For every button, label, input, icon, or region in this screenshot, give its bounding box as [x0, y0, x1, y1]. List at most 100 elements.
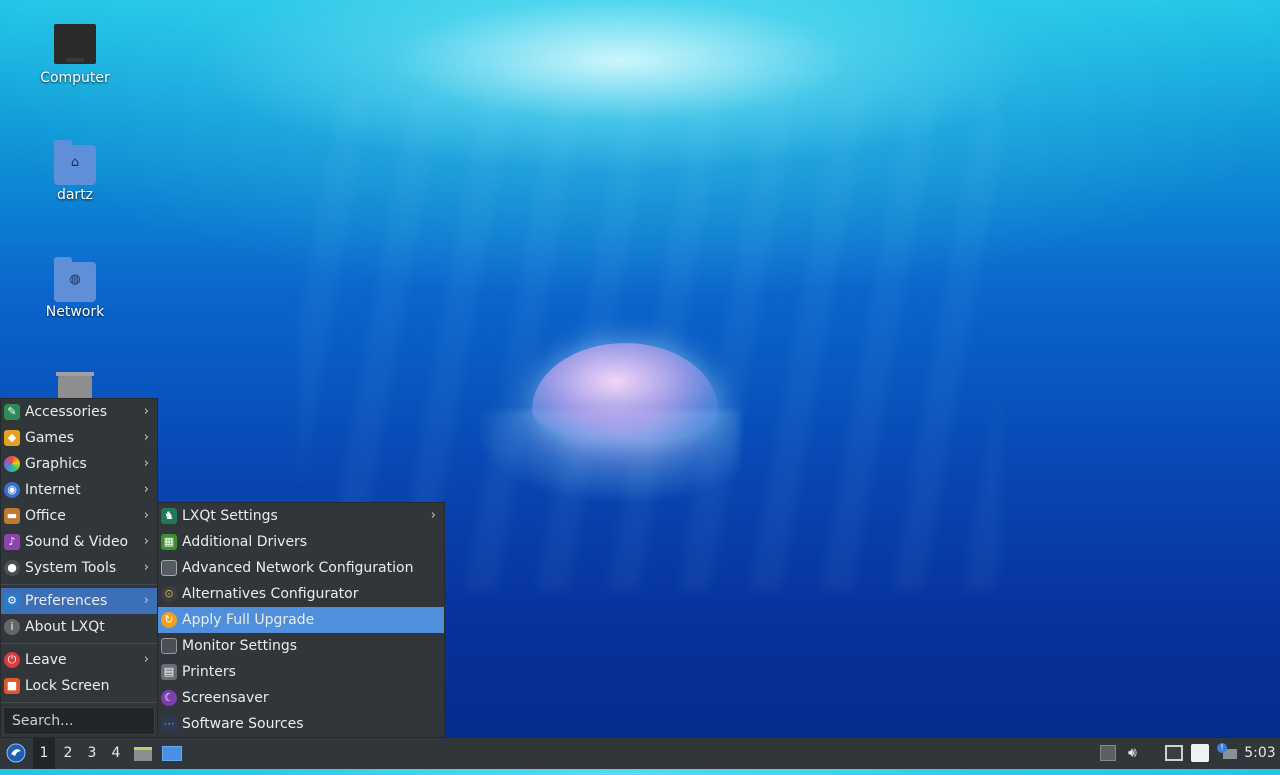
menu-item-label: Additional Drivers [182, 534, 308, 550]
update-notifier-icon[interactable]: ! [1217, 743, 1237, 761]
menu-item-sound-video[interactable]: ♪ Sound & Video › [1, 529, 157, 555]
preferences-submenu: ♞ LXQt Settings › ▦ Additional Drivers A… [157, 502, 445, 738]
submenu-item-monitor-settings[interactable]: Monitor Settings [158, 633, 444, 659]
submenu-item-advanced-network[interactable]: Advanced Network Configuration [158, 555, 444, 581]
submenu-item-lxqt-settings[interactable]: ♞ LXQt Settings › [158, 503, 444, 529]
menu-item-label: Preferences [25, 593, 108, 609]
menu-item-label: Lock Screen [25, 678, 110, 694]
internet-icon: ◉ [4, 482, 20, 498]
graphics-icon [4, 456, 20, 472]
menu-separator [1, 643, 157, 644]
chevron-right-icon: › [143, 508, 149, 523]
submenu-item-additional-drivers[interactable]: ▦ Additional Drivers [158, 529, 444, 555]
search-input[interactable]: Search... [3, 707, 155, 735]
menu-item-label: Printers [182, 664, 236, 680]
preferences-icon: ⚙ [4, 593, 20, 609]
chevron-right-icon: › [143, 482, 149, 497]
file-manager-icon [134, 747, 152, 761]
lock-icon: ■ [4, 678, 20, 694]
network-config-icon [161, 560, 177, 576]
menu-item-label: Software Sources [182, 716, 304, 732]
menu-item-accessories[interactable]: ✎ Accessories › [1, 399, 157, 425]
chevron-right-icon: › [143, 560, 149, 575]
desktop-icon-network[interactable]: ◍ Network [25, 257, 125, 320]
menu-item-label: Internet [25, 482, 81, 498]
chevron-right-icon: › [143, 404, 149, 419]
alternatives-icon: ⊙ [161, 586, 177, 602]
menu-item-label: Alternatives Configurator [182, 586, 359, 602]
menu-separator [1, 584, 157, 585]
menu-item-label: Screensaver [182, 690, 269, 706]
printer-icon: ▤ [161, 664, 177, 680]
desktop-icon-home[interactable]: ⌂ dartz [25, 140, 125, 203]
software-sources-icon: ⋯ [161, 716, 177, 732]
menu-item-system-tools[interactable]: ● System Tools › [1, 555, 157, 581]
submenu-item-screensaver[interactable]: ☾ Screensaver [158, 685, 444, 711]
menu-item-label: Accessories [25, 404, 108, 420]
menu-item-label: About LXQt [25, 619, 105, 635]
network-folder-icon: ◍ [54, 257, 96, 302]
desktop-icon-label: dartz [56, 187, 94, 203]
system-tools-icon: ● [4, 560, 20, 576]
screensaver-icon: ☾ [161, 690, 177, 706]
main-menu-button[interactable] [4, 738, 28, 769]
clock[interactable]: 5:03 [1241, 738, 1279, 769]
menu-item-label: Advanced Network Configuration [182, 560, 414, 576]
upgrade-icon: ↻ [161, 612, 177, 628]
jellyfish [532, 343, 718, 439]
computer-icon [54, 24, 96, 64]
tray-expand-icon[interactable] [1100, 745, 1116, 761]
accessories-icon: ✎ [4, 404, 20, 420]
network-icon[interactable] [1165, 745, 1183, 761]
lxqt-settings-icon: ♞ [161, 508, 177, 524]
menu-separator [1, 702, 157, 703]
taskbar: 1 2 3 4 🔊︎ ! 5:03 [0, 737, 1280, 769]
chevron-right-icon: › [430, 508, 436, 523]
menu-item-label: Office [25, 508, 66, 524]
menu-item-internet[interactable]: ◉ Internet › [1, 477, 157, 503]
submenu-item-software-sources[interactable]: ⋯ Software Sources [158, 711, 444, 737]
workspace-2[interactable]: 2 [57, 738, 79, 769]
menu-item-label: Monitor Settings [182, 638, 298, 654]
main-menu: ✎ Accessories › ◆ Games › Graphics › ◉ I… [0, 398, 158, 738]
volume-icon[interactable]: 🔊︎ [1128, 745, 1144, 761]
clipboard-icon[interactable] [1191, 744, 1209, 762]
workspace-4[interactable]: 4 [105, 738, 127, 769]
sound-video-icon: ♪ [4, 534, 20, 550]
chevron-right-icon: › [143, 456, 149, 471]
workspace-3[interactable]: 3 [81, 738, 103, 769]
chevron-right-icon: › [143, 652, 149, 667]
menu-item-games[interactable]: ◆ Games › [1, 425, 157, 451]
submenu-item-alternatives[interactable]: ⊙ Alternatives Configurator [158, 581, 444, 607]
file-manager-launcher[interactable] [134, 738, 154, 769]
menu-item-label: System Tools [25, 560, 117, 576]
menu-item-leave[interactable]: ⏻ Leave › [1, 647, 157, 673]
games-icon: ◆ [4, 430, 20, 446]
power-icon: ⏻ [4, 652, 20, 668]
menu-item-label: Sound & Video [25, 534, 129, 550]
submenu-item-apply-full-upgrade[interactable]: ↻ Apply Full Upgrade [158, 607, 444, 633]
menu-item-label: Games [25, 430, 74, 446]
menu-item-about[interactable]: i About LXQt [1, 614, 157, 640]
chevron-right-icon: › [143, 593, 149, 608]
submenu-item-printers[interactable]: ▤ Printers [158, 659, 444, 685]
menu-item-preferences[interactable]: ⚙ Preferences › [1, 588, 157, 614]
lubuntu-logo-icon [6, 743, 26, 763]
about-icon: i [4, 619, 20, 635]
chevron-right-icon: › [143, 430, 149, 445]
drivers-icon: ▦ [161, 534, 177, 550]
chevron-right-icon: › [143, 534, 149, 549]
home-folder-icon: ⌂ [54, 140, 96, 185]
menu-item-office[interactable]: ▬ Office › [1, 503, 157, 529]
menu-item-graphics[interactable]: Graphics › [1, 451, 157, 477]
workspace-1[interactable]: 1 [33, 738, 55, 769]
show-desktop-button[interactable] [162, 738, 184, 769]
desktop-icon-computer[interactable]: Computer [25, 24, 125, 86]
show-desktop-icon [162, 746, 182, 761]
desktop-icon-label: Network [45, 304, 105, 320]
menu-item-label: Apply Full Upgrade [182, 612, 315, 628]
monitor-icon [161, 638, 177, 654]
menu-item-label: Leave [25, 652, 67, 668]
menu-item-lock-screen[interactable]: ■ Lock Screen [1, 673, 157, 699]
office-icon: ▬ [4, 508, 20, 524]
